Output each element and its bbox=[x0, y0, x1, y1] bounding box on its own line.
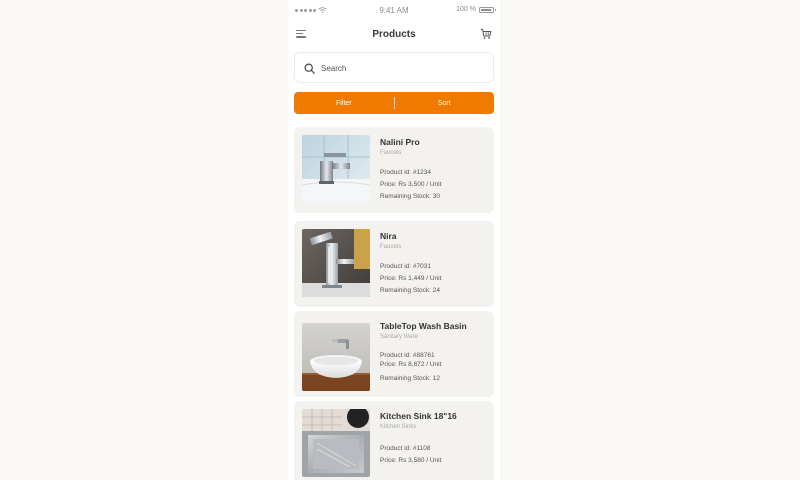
product-image bbox=[302, 229, 370, 297]
product-id: Product id: #7031 bbox=[380, 263, 431, 270]
search-input[interactable] bbox=[321, 61, 481, 75]
product-image bbox=[302, 409, 370, 477]
battery-percent: 100 % bbox=[456, 6, 476, 13]
product-price: Price: Rs 8,672 / Unit bbox=[380, 361, 442, 368]
product-card[interactable]: Kitchen Sink 18"16 Kitchen Sinks Product… bbox=[294, 401, 494, 480]
product-image bbox=[302, 323, 370, 391]
product-id: Product id: #88761 bbox=[380, 352, 435, 359]
search-box[interactable] bbox=[294, 52, 494, 83]
battery-icon bbox=[479, 7, 496, 13]
product-stock: Remaining Stock: 12 bbox=[380, 375, 440, 382]
filter-button[interactable]: Filter bbox=[294, 92, 394, 114]
app-header: Products bbox=[288, 24, 500, 46]
cart-icon[interactable] bbox=[480, 28, 492, 40]
product-price: Price: Rs 3,500 / Unit bbox=[380, 181, 442, 188]
product-name: Nira bbox=[380, 231, 397, 241]
product-image bbox=[302, 135, 370, 203]
product-card[interactable]: TableTop Wash Basin Sanitary Ware Produc… bbox=[294, 311, 494, 397]
product-id: Product id: #1234 bbox=[380, 169, 431, 176]
product-category: Faucets bbox=[380, 244, 402, 250]
product-id: Product id: #1108 bbox=[380, 445, 431, 452]
sort-button[interactable]: Sort bbox=[395, 92, 495, 114]
product-card[interactable]: Nalini Pro Faucets Product id: #1234 Pri… bbox=[294, 127, 494, 213]
page-title: Products bbox=[372, 29, 416, 40]
product-category: Faucets bbox=[380, 150, 402, 156]
product-name: Nalini Pro bbox=[380, 137, 420, 147]
product-name: TableTop Wash Basin bbox=[380, 321, 467, 331]
product-stock: Remaining Stock: 24 bbox=[380, 287, 440, 294]
product-category: Sanitary Ware bbox=[380, 334, 418, 340]
product-price: Price: Rs 1,449 / Unit bbox=[380, 275, 442, 282]
search-icon bbox=[304, 63, 315, 74]
product-name: Kitchen Sink 18"16 bbox=[380, 411, 457, 421]
product-category: Kitchen Sinks bbox=[380, 424, 417, 430]
filter-sort-bar: Filter Sort bbox=[294, 92, 494, 114]
status-bar: 9:41 AM 100 % bbox=[288, 0, 500, 22]
phone-screen: 9:41 AM 100 % Products Filter Sort bbox=[288, 0, 500, 480]
product-price: Price: Rs 3,580 / Unit bbox=[380, 457, 442, 464]
product-card[interactable]: Nira Faucets Product id: #7031 Price: Rs… bbox=[294, 221, 494, 307]
product-stock: Remaining Stock: 30 bbox=[380, 193, 440, 200]
